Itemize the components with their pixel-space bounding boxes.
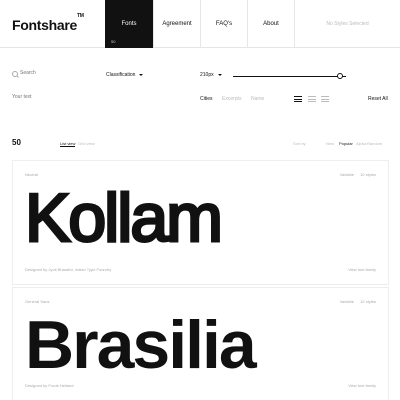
chevron-down-icon bbox=[217, 73, 222, 76]
sample-option-excerpts[interactable]: Excerpts bbox=[222, 96, 241, 102]
results-bar: 50 List view Grid view Sort by New Popul… bbox=[0, 138, 400, 150]
your-text-input[interactable] bbox=[12, 94, 132, 100]
styles-selected-label: No Styles Selected bbox=[326, 21, 369, 27]
sort-label: Sort by bbox=[293, 141, 306, 146]
align-center-icon[interactable] bbox=[308, 96, 316, 102]
font-card[interactable]: General Sans Variable 12 styles Brasilia… bbox=[12, 287, 389, 400]
nav-fonts[interactable]: Fonts 50 bbox=[105, 0, 153, 48]
card-styles-count: 10 styles bbox=[360, 172, 376, 177]
styles-selected-button[interactable]: No Styles Selected bbox=[295, 0, 400, 48]
search-icon bbox=[12, 71, 18, 77]
filter-row: Classification 210px bbox=[0, 66, 400, 86]
chevron-down-icon bbox=[139, 73, 144, 76]
header: FontshareTM Fonts 50 Agreement FAQ's Abo… bbox=[0, 0, 400, 48]
view-family-link[interactable]: View font family bbox=[348, 267, 376, 272]
card-variable-badge: Variable bbox=[339, 299, 354, 304]
logo-tm: TM bbox=[76, 13, 84, 20]
result-count: 50 bbox=[12, 138, 21, 147]
nav-fonts-label: Fonts bbox=[121, 21, 137, 27]
card-sample-text[interactable]: Brasilia bbox=[25, 311, 257, 379]
grid-view-toggle[interactable]: Grid view bbox=[78, 141, 95, 146]
search-input[interactable] bbox=[20, 70, 80, 76]
text-row: Cities Excerpts Name Reset All bbox=[0, 92, 400, 106]
classification-dropdown[interactable]: Classification bbox=[106, 72, 144, 78]
align-right-icon[interactable] bbox=[321, 96, 329, 102]
sort-random[interactable]: Random bbox=[367, 141, 382, 146]
sort-alpha[interactable]: Alpha bbox=[356, 141, 366, 146]
size-slider-handle[interactable] bbox=[337, 73, 344, 79]
card-styles-count: 12 styles bbox=[360, 299, 376, 304]
size-label: 210px bbox=[200, 72, 214, 78]
card-designer: Designed by Jyoti Bharathi, Indian Type … bbox=[25, 267, 112, 272]
nav-faq[interactable]: FAQ's bbox=[200, 0, 247, 48]
classification-label: Classification bbox=[106, 72, 136, 78]
nav-agreement[interactable]: Agreement bbox=[153, 0, 200, 48]
card-classification: General Sans bbox=[25, 299, 50, 304]
sample-option-name[interactable]: Name bbox=[251, 96, 264, 102]
view-family-link[interactable]: View font family bbox=[348, 383, 376, 388]
nav-about[interactable]: About bbox=[247, 0, 295, 48]
logo[interactable]: FontshareTM bbox=[12, 13, 84, 33]
card-designer: Designed by Frode Helland bbox=[25, 383, 74, 388]
size-slider-track[interactable] bbox=[233, 76, 346, 77]
nav-faq-label: FAQ's bbox=[215, 21, 233, 27]
sample-option-cities[interactable]: Cities bbox=[200, 96, 213, 102]
card-sample-text[interactable]: Kollam bbox=[24, 183, 225, 254]
list-view-toggle[interactable]: List view bbox=[60, 141, 76, 147]
nav-about-label: About bbox=[263, 21, 279, 27]
size-dropdown[interactable]: 210px bbox=[200, 72, 222, 78]
reset-all-button[interactable]: Reset All bbox=[368, 96, 388, 102]
align-left-icon[interactable] bbox=[294, 96, 302, 102]
sort-new[interactable]: New bbox=[326, 141, 334, 146]
card-variable-badge: Variable bbox=[339, 172, 354, 177]
font-card[interactable]: Neutral Variable 10 styles Kollam Design… bbox=[12, 160, 389, 285]
nav-fonts-count: 50 bbox=[111, 39, 116, 44]
card-classification: Neutral bbox=[25, 172, 38, 177]
logo-text: Fontshare bbox=[12, 17, 77, 33]
nav-agreement-label: Agreement bbox=[162, 21, 192, 27]
sort-popular[interactable]: Popular bbox=[339, 141, 353, 146]
